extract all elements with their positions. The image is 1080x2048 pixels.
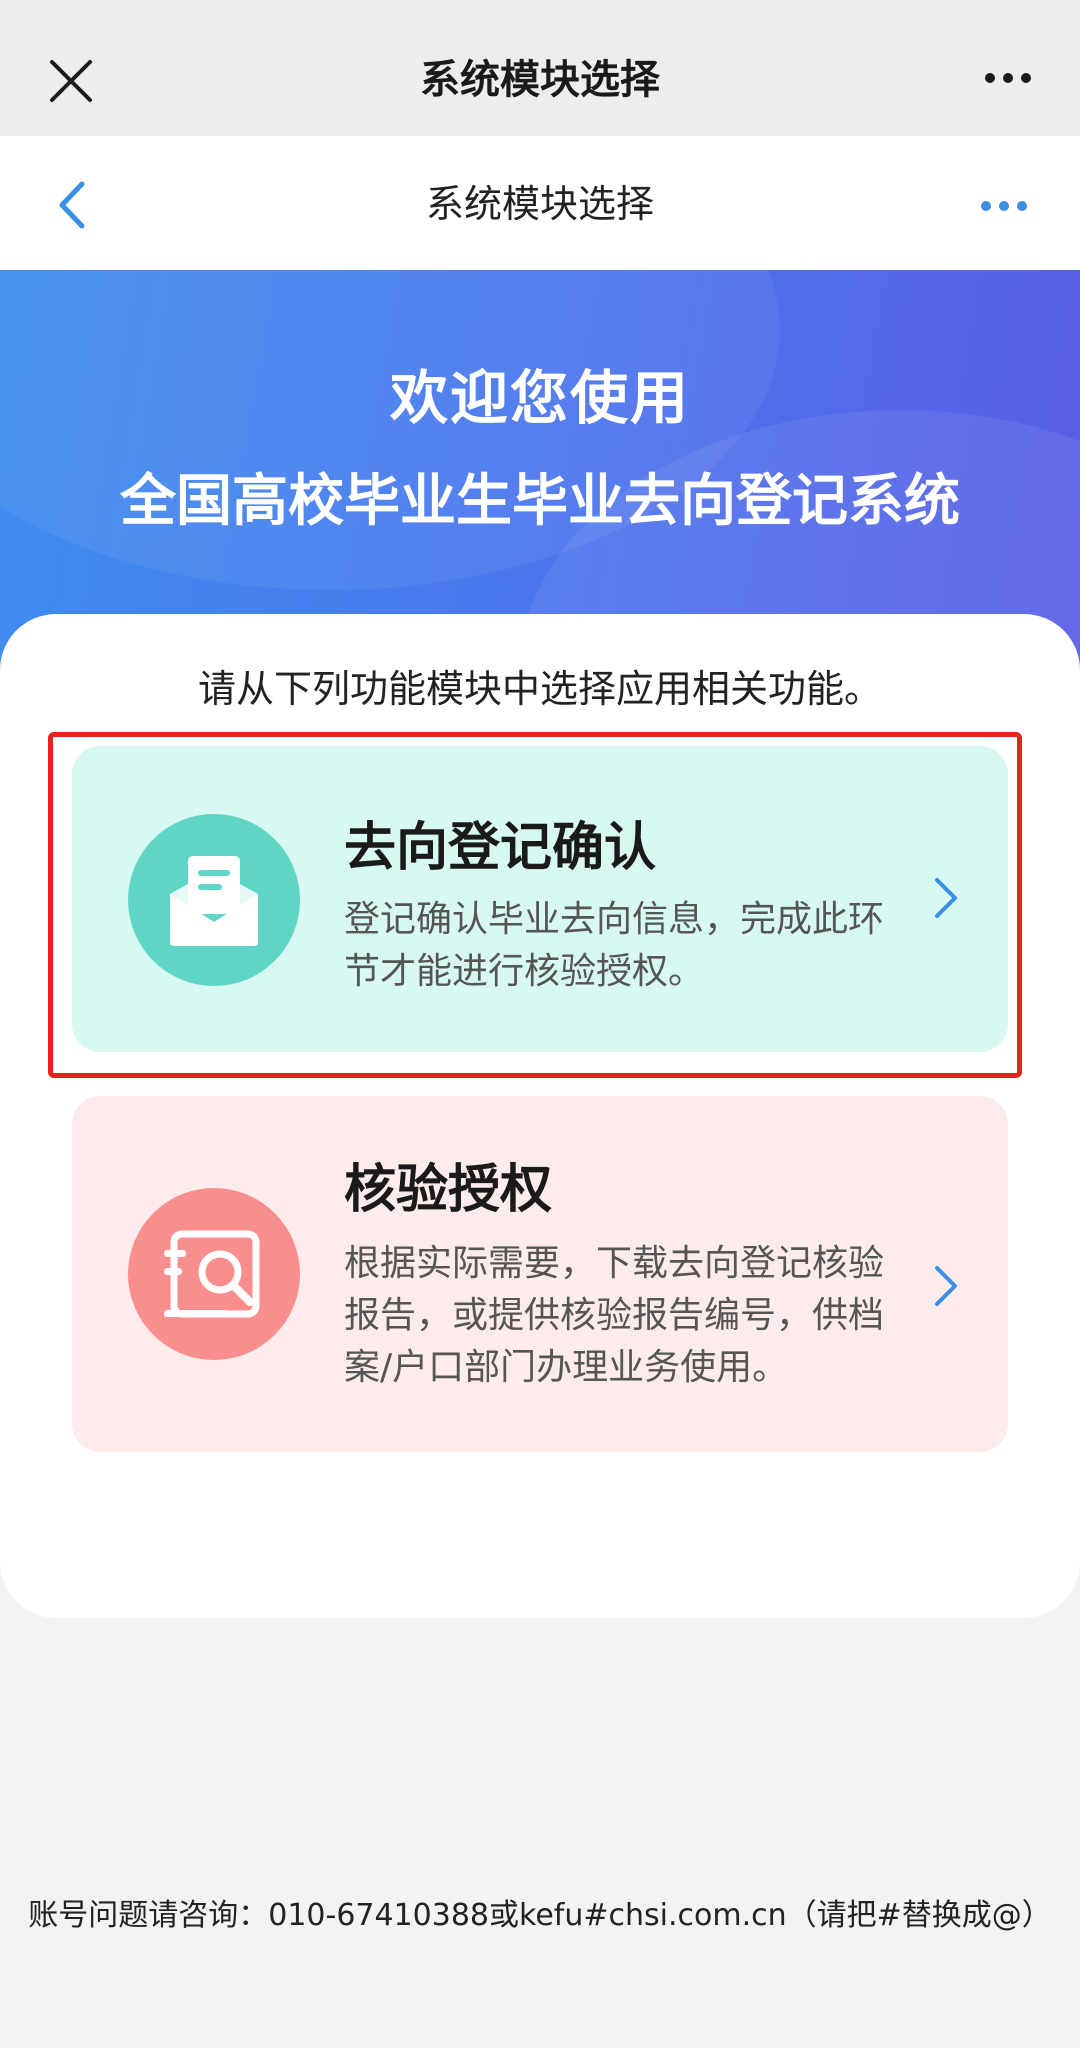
contact-footer: 账号问题请咨询：010-67410388或kefu#chsi.com.cn（请把… xyxy=(28,1898,1052,1933)
module-verification-authorization[interactable]: 核验授权 根据实际需要，下载去向登记核验报告，或提供核验报告编号，供档案/户口部… xyxy=(72,1096,1008,1452)
wechat-page-title: 系统模块选择 xyxy=(420,57,660,103)
wechat-title-bar: 系统模块选择 xyxy=(0,0,1080,136)
page-title: 系统模块选择 xyxy=(425,182,654,226)
module-description: 根据实际需要，下载去向登记核验报告，或提供核验报告编号，供档案/户口部门办理业务… xyxy=(344,1243,885,1388)
highlight-frame xyxy=(48,732,1022,1078)
banner-welcome-text: 欢迎您使用 xyxy=(389,364,690,432)
instruction-text: 请从下列功能模块中选择应用相关功能。 xyxy=(197,667,882,711)
module-title: 核验授权 xyxy=(344,1160,553,1220)
more-horizontal-icon[interactable] xyxy=(984,72,1032,84)
banner-system-name: 全国高校毕业生毕业去向登记系统 xyxy=(120,469,960,534)
more-horizontal-icon[interactable] xyxy=(980,200,1028,212)
document-search-icon xyxy=(128,1188,300,1360)
page-header: 系统模块选择 xyxy=(0,136,1080,270)
chevron-right-icon xyxy=(935,1266,957,1306)
